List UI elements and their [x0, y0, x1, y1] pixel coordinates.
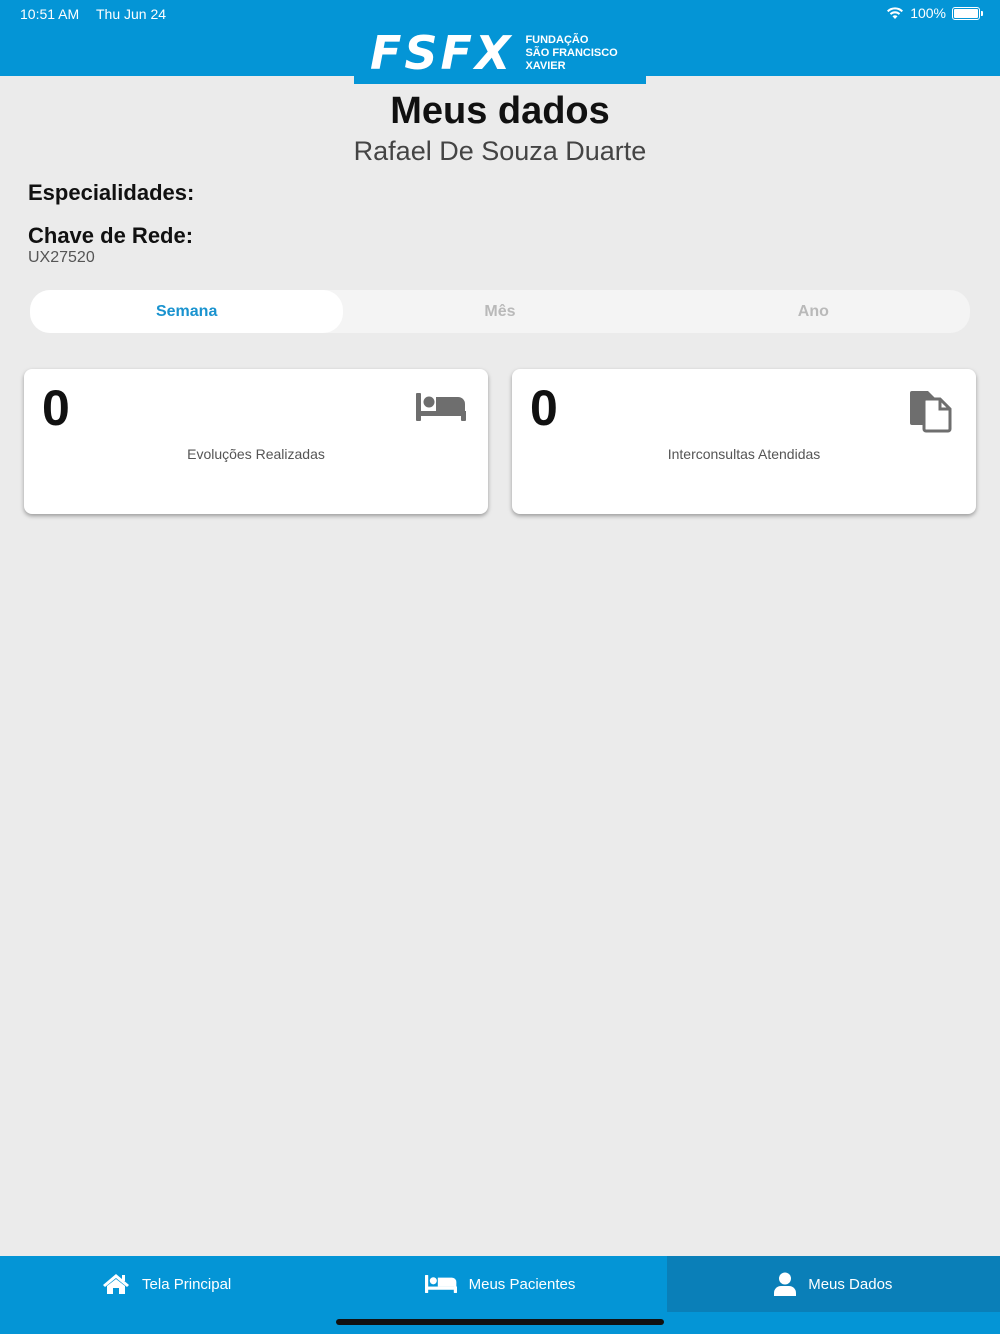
interconsults-count: 0	[530, 380, 558, 436]
nav-meus-pacientes-label: Meus Pacientes	[468, 1275, 576, 1293]
bed-icon	[424, 1275, 457, 1293]
logo-subtitle: FUNDAÇÃO SÃO FRANCISCO XAVIER	[525, 34, 617, 73]
tab-semana[interactable]: Semana	[30, 290, 344, 333]
network-key-value: UX27520	[28, 249, 95, 266]
home-icon	[103, 1274, 130, 1294]
tab-ano[interactable]: Ano	[657, 290, 970, 333]
nav-tela-principal[interactable]: Tela Principal	[0, 1256, 333, 1312]
battery-percent: 100%	[910, 5, 946, 21]
nav-meus-dados-label: Meus Dados	[808, 1275, 893, 1293]
person-icon	[774, 1272, 797, 1296]
logo-line-3: XAVIER	[525, 59, 566, 72]
nav-meus-pacientes[interactable]: Meus Pacientes	[333, 1256, 666, 1312]
tab-mes[interactable]: Mês	[343, 290, 656, 333]
bed-icon	[416, 393, 466, 421]
page-title: Meus dados	[390, 90, 610, 132]
wifi-icon	[887, 7, 904, 19]
logo-letters: FSFX	[370, 26, 514, 80]
interconsults-card[interactable]: 0 Interconsultas Atendidas	[512, 369, 976, 514]
battery-icon	[952, 6, 983, 20]
network-key-label: Chave de Rede:	[28, 223, 194, 248]
evolutions-count: 0	[42, 380, 70, 436]
interconsults-label: Interconsultas Atendidas	[667, 446, 821, 462]
documents-icon	[910, 391, 952, 433]
status-right: 100%	[886, 5, 983, 21]
specialties-label: Especialidades:	[28, 180, 195, 205]
evolutions-label: Evoluções Realizadas	[187, 446, 325, 462]
home-indicator[interactable]	[336, 1319, 664, 1325]
logo-line-1: FUNDAÇÃO	[525, 33, 589, 46]
logo-line-2: SÃO FRANCISCO	[525, 46, 618, 59]
period-selector: Semana Mês Ano	[30, 290, 970, 333]
evolutions-card[interactable]: 0 Evoluções Realizadas	[24, 369, 488, 514]
nav-tela-principal-label: Tela Principal	[142, 1275, 232, 1293]
status-time: 10:51 AM	[20, 6, 80, 22]
nav-meus-dados[interactable]: Meus Dados	[666, 1256, 1000, 1312]
status-date: Thu Jun 24	[96, 6, 167, 22]
user-name: Rafael De Souza Duarte	[353, 136, 647, 166]
logo: FSFX FUNDAÇÃO SÃO FRANCISCO XAVIER	[354, 22, 646, 84]
